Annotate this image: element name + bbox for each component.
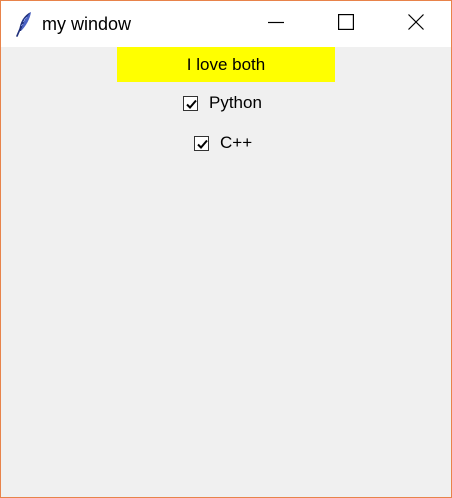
- window-title: my window: [42, 14, 132, 34]
- window-content: I love both Python C++: [1, 47, 451, 497]
- feather-icon: [15, 11, 35, 37]
- python-checkbox[interactable]: [183, 95, 198, 111]
- close-button[interactable]: [386, 1, 446, 47]
- maximize-icon: [338, 13, 355, 35]
- checkmark-icon: [186, 99, 197, 109]
- title-bar[interactable]: my window: [1, 1, 451, 47]
- app-window: my window I love both Python C++: [0, 0, 452, 498]
- checkmark-icon: [197, 139, 208, 149]
- python-checkbox-label: Python: [209, 93, 262, 112]
- cpp-checkbox-label: C++: [220, 133, 253, 152]
- close-icon: [408, 13, 424, 35]
- python-checkbox-row[interactable]: Python: [183, 92, 262, 114]
- minimize-button[interactable]: [246, 1, 306, 47]
- cpp-checkbox-row[interactable]: C++: [194, 132, 252, 154]
- maximize-button[interactable]: [316, 1, 376, 47]
- love-label: I love both: [117, 47, 335, 82]
- cpp-checkbox[interactable]: [194, 135, 209, 151]
- minimize-icon: [268, 14, 284, 35]
